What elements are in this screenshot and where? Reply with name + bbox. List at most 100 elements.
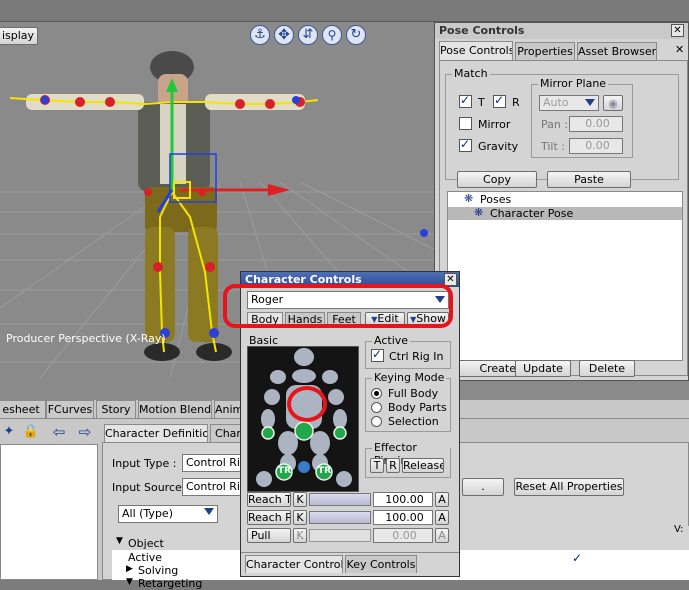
tree-label-character-pose: Character Pose (490, 207, 574, 220)
body-parts-label: Body Parts (388, 401, 447, 414)
gravity-checkbox[interactable] (459, 137, 472, 152)
triangle-down-icon: ▼ (116, 536, 123, 546)
triangle-down-icon: ▼ (126, 577, 133, 587)
small-ellipsis-button[interactable]: . (462, 478, 504, 496)
copy-button[interactable]: Copy (457, 171, 537, 188)
reach-r-slider-fill (310, 512, 370, 523)
tree-item-object: Object (128, 537, 164, 550)
right-hand-effector (333, 426, 347, 440)
tab-pose-controls[interactable]: Pose Controls (439, 41, 513, 60)
active-checkbox[interactable]: ✓ (572, 551, 582, 565)
body-parts-radio[interactable] (371, 402, 382, 413)
viewport-label: Producer Perspective (X-Ray) (6, 332, 166, 345)
update-button[interactable]: Update (515, 360, 571, 377)
pose-icon: ❋ (474, 206, 484, 219)
pose-controls-titlebar[interactable]: Pose Controls (435, 23, 688, 39)
ctrl-rig-checkbox[interactable] (371, 347, 384, 362)
active-title: Active (372, 334, 411, 347)
back-arrow-icon[interactable]: ⇦ (48, 423, 70, 441)
pan-field[interactable]: 0.00 (569, 116, 623, 132)
reset-all-properties-button[interactable]: Reset All Properties (514, 478, 624, 496)
reach-t-slider[interactable] (309, 493, 371, 506)
selection-radio[interactable] (371, 416, 382, 427)
tree-label-poses: Poses (480, 193, 512, 206)
tr-label-right: TR (318, 466, 332, 476)
tr-label-left: TR (278, 466, 292, 476)
reach-r-key-button[interactable]: K (293, 510, 307, 525)
tab-key-controls[interactable]: Key Controls (345, 555, 417, 573)
tilt-field[interactable]: 0.00 (569, 138, 623, 154)
filter-select[interactable]: All (Type) (118, 505, 218, 523)
pin-t-button[interactable]: T (370, 458, 384, 473)
chevron-down-icon (585, 99, 595, 106)
pull-slider[interactable] (309, 529, 371, 542)
pull-label: Pull (247, 528, 291, 543)
tab-motion-blend[interactable]: Motion Blend (138, 400, 212, 418)
input-type-field[interactable]: Control Rig 1 (182, 454, 242, 472)
pull-a-button[interactable]: A (435, 528, 449, 543)
select-icon[interactable]: ✦ (0, 423, 18, 441)
input-type-label: Input Type : (112, 457, 177, 470)
poses-tree: ❋ Poses ❋ Character Pose (447, 191, 683, 361)
pose-controls-window: Pose Controls ✕ Pose Controls Properties… (434, 22, 689, 381)
tab-esheet[interactable]: esheet (0, 400, 46, 418)
close-icon[interactable]: ✕ (444, 273, 457, 286)
pin-r-button[interactable]: R (386, 458, 400, 473)
tree-item-active: Active (128, 551, 163, 564)
tab-fcurves[interactable]: FCurves (46, 400, 94, 418)
pull-value[interactable]: 0.00 (373, 528, 433, 543)
tree-node-character-pose[interactable]: ❋ Character Pose (448, 206, 682, 220)
tree-node-poses[interactable]: ❋ Poses (452, 192, 572, 206)
pull-row: Pull K 0.00 A (247, 528, 453, 544)
reach-t-value[interactable]: 100.00 (373, 492, 433, 507)
folder-icon: ❋ (464, 192, 474, 205)
match-t-label: T (478, 96, 485, 109)
character-controls-window: Character Controls ✕ Roger Body Hands Fe… (223, 271, 460, 577)
ctrl-rig-label: Ctrl Rig In (389, 350, 444, 363)
selection-label: Selection (388, 415, 439, 428)
reach-t-a-button[interactable]: A (435, 492, 449, 507)
lock-icon[interactable]: 🔒 (22, 423, 40, 441)
hips-highlight-annotation (287, 386, 327, 422)
tree-row-retargeting[interactable]: ▼ Retargeting (112, 577, 689, 590)
mirror-plane-select[interactable]: Auto (539, 95, 599, 111)
reach-r-value[interactable]: 100.00 (373, 510, 433, 525)
pan-label: Pan : (541, 118, 569, 131)
reach-r-slider[interactable] (309, 511, 371, 524)
delete-button[interactable]: Delete (579, 360, 635, 377)
hips-effector (294, 421, 314, 441)
close-panel-icon[interactable]: ✕ (675, 43, 684, 56)
highlight-annotation (223, 284, 453, 328)
mirror-plane-view-button[interactable]: ◉ (603, 95, 623, 111)
match-r-label: R (512, 96, 520, 109)
reach-r-a-button[interactable]: A (435, 510, 449, 525)
mirror-checkbox[interactable] (459, 117, 472, 130)
pull-key-button[interactable]: K (293, 528, 307, 543)
filter-select-value: All (Type) (122, 507, 173, 520)
chevron-down-icon (204, 508, 214, 515)
release-button[interactable]: Release (402, 458, 444, 473)
tilt-label: Tilt : (541, 140, 566, 153)
paste-button[interactable]: Paste (547, 171, 631, 188)
subtab-character-definition[interactable]: Character Definition (104, 424, 208, 442)
reach-t-label: Reach T (247, 492, 291, 507)
tab-character-controls[interactable]: Character Controls (245, 555, 343, 573)
left-list[interactable] (0, 444, 98, 580)
reach-r-label: Reach R (247, 510, 291, 525)
match-r-checkbox[interactable] (493, 93, 506, 108)
mirror-label: Mirror (478, 118, 511, 131)
tab-properties[interactable]: Properties (515, 42, 575, 60)
match-t-checkbox[interactable] (459, 93, 472, 108)
mirror-plane-title: Mirror Plane (538, 77, 609, 90)
tab-story[interactable]: Story (96, 400, 136, 418)
input-source-label: Input Source : (112, 481, 189, 494)
full-body-label: Full Body (388, 387, 439, 400)
input-source-field[interactable]: Control Rig (182, 478, 242, 496)
tree-item-solving: Solving (138, 564, 179, 577)
close-icon[interactable]: ✕ (671, 24, 684, 37)
full-body-radio[interactable] (371, 388, 382, 399)
reach-t-row: Reach T K 100.00 A (247, 492, 453, 508)
forward-arrow-icon[interactable]: ⇨ (74, 423, 96, 441)
reach-t-key-button[interactable]: K (293, 492, 307, 507)
tab-asset-browser[interactable]: Asset Browser (577, 42, 657, 60)
